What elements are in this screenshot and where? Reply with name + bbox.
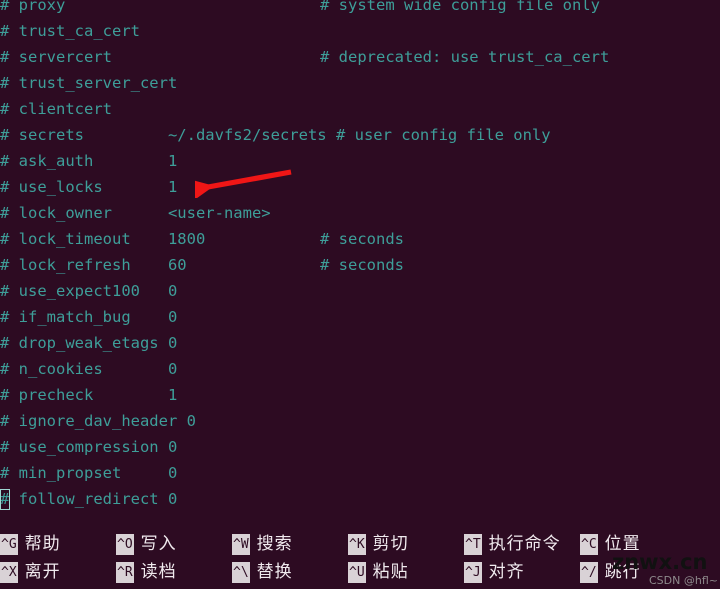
editor-line[interactable]: # min_propset 0 [0, 460, 720, 486]
shortcut-item[interactable]: ^U 粘贴 [348, 561, 468, 588]
shortcut-label: 替换 [256, 562, 293, 582]
shortcut-label: 对齐 [488, 562, 525, 582]
editor-line[interactable]: # use_locks 1 [0, 174, 720, 200]
shortcut-item[interactable]: ^W 搜索 [232, 533, 352, 560]
editor-line-comment: # seconds [320, 256, 404, 274]
shortcut-item[interactable]: ^X 离开 [0, 561, 120, 588]
editor-line[interactable]: # trust_ca_cert [0, 18, 720, 44]
shortcut-item[interactable]: ^R 读档 [116, 561, 236, 588]
editor-line[interactable]: # servercert # deprecated: use trust_ca_c… [0, 44, 720, 70]
editor-line-text: # secrets ~/.davfs2/secrets # user confi… [0, 126, 551, 144]
editor-line-text: # use_expect100 0 [0, 282, 178, 300]
shortcut-label: 剪切 [372, 534, 409, 554]
editor-line-text: # precheck 1 [0, 386, 178, 404]
editor-line-comment: # system wide config file only [320, 0, 600, 14]
shortcut-column: ^C 位置 ^/ 跳行 [580, 532, 700, 589]
editor-line-text: # lock_timeout 1800 [0, 230, 206, 248]
shortcut-key: ^J [464, 562, 482, 583]
shortcut-item[interactable]: ^G 帮助 [0, 533, 120, 560]
shortcut-item[interactable]: ^C 位置 [580, 533, 700, 560]
editor-line[interactable]: # n_cookies 0 [0, 356, 720, 382]
shortcut-item[interactable]: ^J 对齐 [464, 561, 584, 588]
shortcut-key: ^U [348, 562, 366, 583]
shortcut-label: 执行命令 [488, 534, 561, 554]
shortcut-item[interactable]: ^\ 替换 [232, 561, 352, 588]
editor-line[interactable]: # lock_owner <user-name> [0, 200, 720, 226]
nano-editor-text[interactable]: # proxy # system wide config file only # t… [0, 0, 720, 530]
editor-line[interactable]: # lock_refresh 60 # seconds [0, 252, 720, 278]
shortcut-column: ^W 搜索 ^\ 替换 [232, 532, 352, 589]
shortcut-key: ^R [116, 562, 134, 583]
shortcut-column: ^T 执行命令 ^J 对齐 [464, 532, 584, 589]
editor-line-text: # trust_ca_cert [0, 22, 140, 40]
shortcut-key: ^C [580, 534, 598, 555]
editor-line[interactable]: # use_expect100 0 [0, 278, 720, 304]
editor-line[interactable]: # drop_weak_etags 0 [0, 330, 720, 356]
shortcut-label: 写入 [140, 534, 177, 554]
editor-line-text: # follow_redirect 0 [0, 490, 178, 508]
shortcut-column: ^O 写入 ^R 读档 [116, 532, 236, 589]
shortcut-column: ^K 剪切 ^U 粘贴 [348, 532, 468, 589]
shortcut-key: ^K [348, 534, 366, 555]
editor-line[interactable]: # ask_auth 1 [0, 148, 720, 174]
shortcut-label: 读档 [140, 562, 177, 582]
shortcut-item[interactable]: ^/ 跳行 [580, 561, 700, 588]
editor-line[interactable]: # clientcert [0, 96, 720, 122]
editor-line-comment: # seconds [320, 230, 404, 248]
editor-line-text: # lock_refresh 60 [0, 256, 187, 274]
shortcut-label: 帮助 [24, 534, 61, 554]
shortcut-item[interactable]: ^K 剪切 [348, 533, 468, 560]
editor-line[interactable]: # ignore_dav_header 0 [0, 408, 720, 434]
editor-line-text: # n_cookies 0 [0, 360, 178, 378]
editor-line-text: # ask_auth 1 [0, 152, 178, 170]
shortcut-item[interactable]: ^T 执行命令 [464, 533, 584, 560]
shortcut-key: ^\ [232, 562, 250, 583]
shortcut-key: ^X [0, 562, 18, 583]
shortcut-label: 离开 [24, 562, 61, 582]
editor-line[interactable]: # follow_redirect 0 [0, 486, 720, 512]
nano-shortcut-bar: ^G 帮助 ^X 离开 ^O 写入 ^R 读档 ^W 搜索 ^\ 替换 ^K 剪切 ^U 粘贴 ^T 执行命令 ^J… [0, 532, 720, 589]
shortcut-key: ^/ [580, 562, 598, 583]
shortcut-key: ^T [464, 534, 482, 555]
shortcut-item[interactable]: ^O 写入 [116, 533, 236, 560]
editor-line-text: # ignore_dav_header 0 [0, 412, 196, 430]
editor-line[interactable]: # use_compression 0 [0, 434, 720, 460]
shortcut-label: 跳行 [604, 562, 641, 582]
editor-line-text: # if_match_bug 0 [0, 308, 178, 326]
editor-line-text: # drop_weak_etags 0 [0, 334, 178, 352]
shortcut-column: ^G 帮助 ^X 离开 [0, 532, 120, 589]
editor-line[interactable]: # secrets ~/.davfs2/secrets # user confi… [0, 122, 720, 148]
editor-line[interactable]: # if_match_bug 0 [0, 304, 720, 330]
editor-line-text: # use_compression 0 [0, 438, 178, 456]
terminal-screen: # proxy # system wide config file only # t… [0, 0, 720, 589]
editor-line-text: # trust_server_cert [0, 74, 178, 92]
editor-line-text: # min_propset 0 [0, 464, 178, 482]
editor-line[interactable]: # lock_timeout 1800 # seconds [0, 226, 720, 252]
editor-line[interactable]: # proxy # system wide config file only [0, 0, 720, 18]
shortcut-label: 位置 [604, 534, 641, 554]
shortcut-key: ^W [232, 534, 250, 555]
editor-line-text: # servercert [0, 48, 112, 66]
editor-line-comment: # deprecated: use trust_ca_cert [320, 48, 610, 66]
shortcut-label: 搜索 [256, 534, 293, 554]
shortcut-key: ^G [0, 534, 18, 555]
shortcut-key: ^O [116, 534, 134, 555]
editor-line-text: # clientcert [0, 100, 112, 118]
editor-line[interactable]: # trust_server_cert [0, 70, 720, 96]
editor-line-text: # lock_owner <user-name> [0, 204, 271, 222]
editor-line-text: # proxy [0, 0, 66, 14]
editor-line-text: # use_locks 1 [0, 178, 178, 196]
shortcut-label: 粘贴 [372, 562, 409, 582]
editor-line[interactable]: # precheck 1 [0, 382, 720, 408]
